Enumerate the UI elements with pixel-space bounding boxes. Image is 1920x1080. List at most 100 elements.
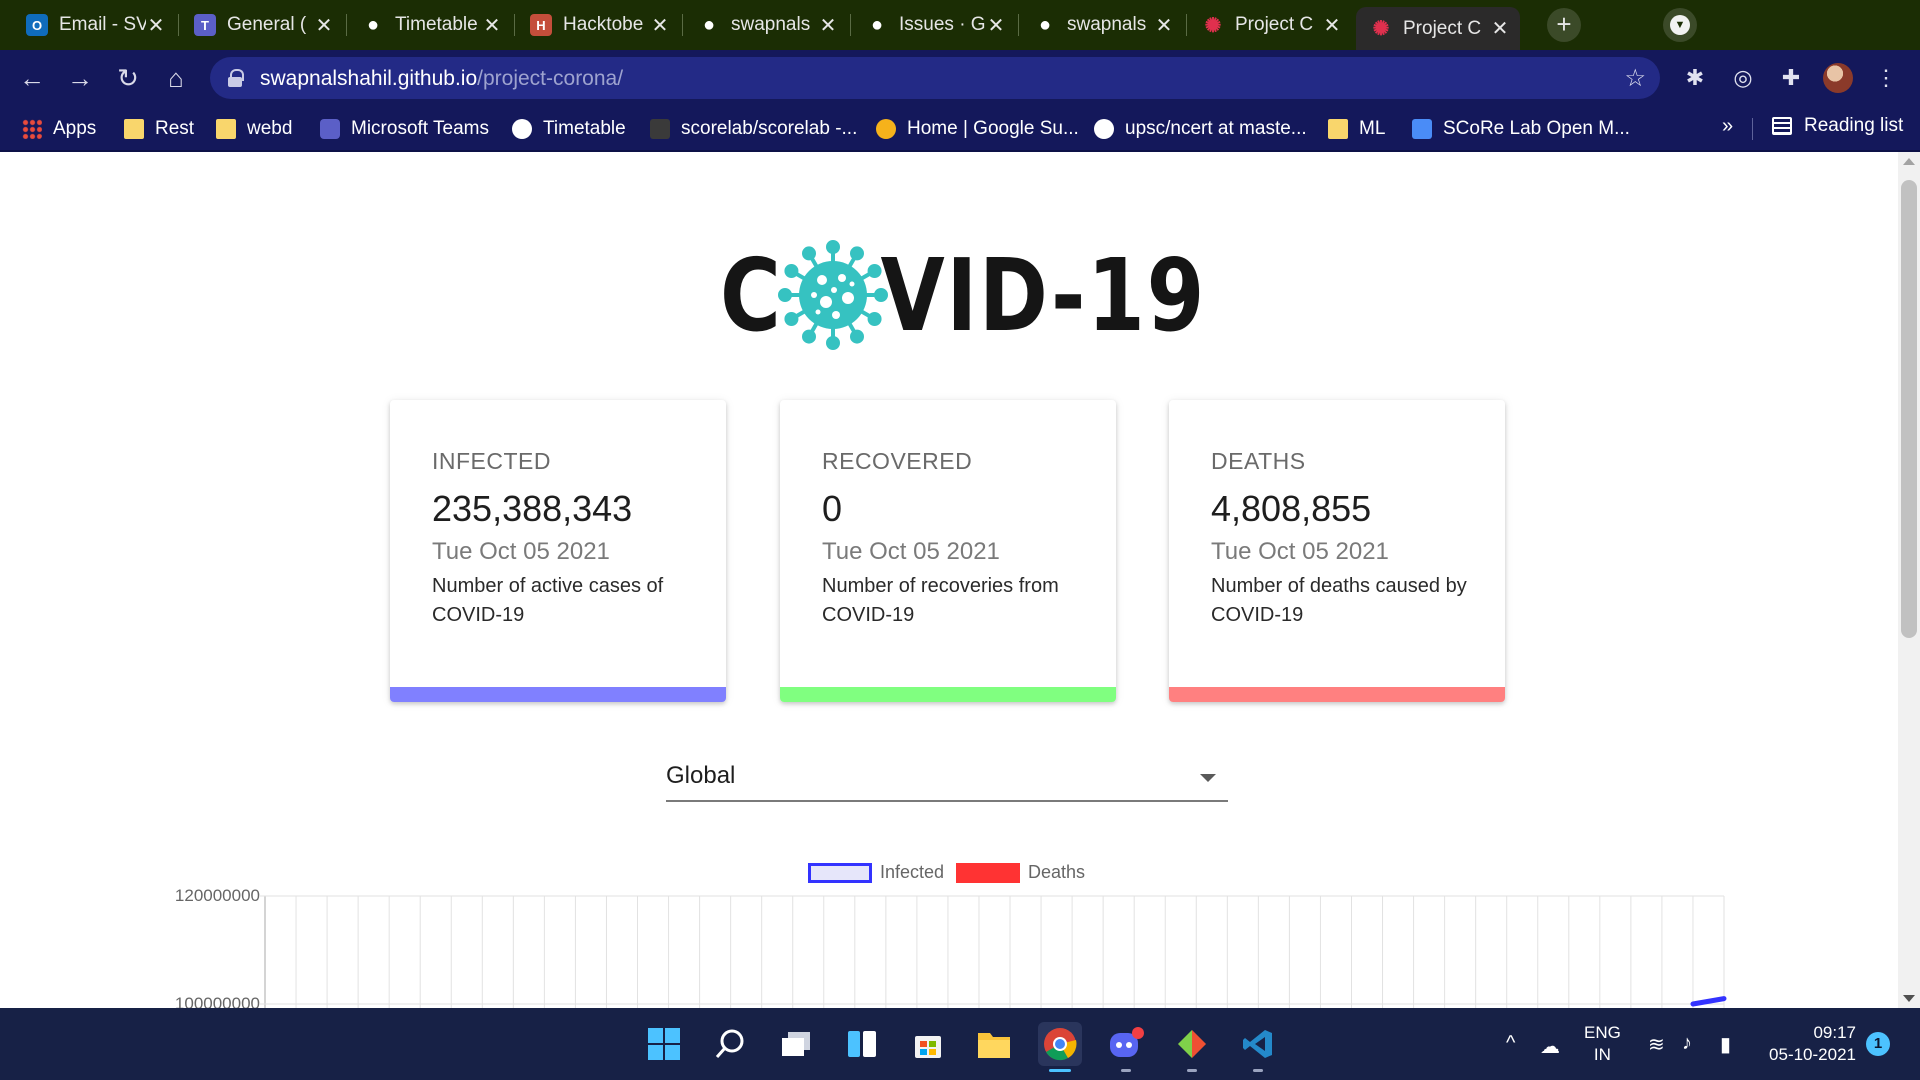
menu-kebab-icon[interactable]: ⋮ — [1872, 64, 1900, 92]
bookmark-6[interactable]: scorelab/scorelab -... — [650, 115, 857, 143]
tab-separator — [346, 14, 347, 36]
virus-spike-tip — [784, 264, 799, 278]
github-icon: ● — [702, 13, 716, 36]
search-icon[interactable] — [708, 1022, 752, 1066]
bookmark-4[interactable]: Microsoft Teams — [320, 115, 489, 143]
tab-6[interactable]: ● Issues · G ✕ — [852, 7, 1016, 43]
tab-search-button[interactable]: ▼ — [1663, 8, 1697, 42]
tab-title: Project C — [1235, 14, 1314, 35]
card-color-bar — [780, 687, 1116, 702]
infected-card: INFECTED 235,388,343 Tue Oct 05 2021 Num… — [390, 400, 726, 702]
virus-spike-tip — [867, 264, 882, 278]
volume-icon[interactable]: ♪ — [1682, 1032, 1692, 1055]
tab-7[interactable]: ● swapnals ✕ — [1020, 7, 1184, 43]
start-icon[interactable] — [642, 1022, 686, 1066]
virus-icon: ✺ — [1204, 14, 1222, 37]
vscode-icon[interactable] — [1236, 1022, 1280, 1072]
card-value: 0 — [822, 488, 843, 529]
bookmark-7[interactable]: Home | Google Su... — [876, 115, 1079, 143]
country-select[interactable]: Global — [666, 752, 1228, 802]
tab-9[interactable]: ✺ Project C ✕ — [1356, 7, 1520, 50]
close-tab-icon[interactable]: ✕ — [1154, 13, 1174, 38]
apps-icon — [22, 119, 42, 139]
tab-1[interactable]: O Email - SV ✕ — [12, 7, 176, 43]
language-code: ENG — [1584, 1023, 1621, 1042]
clock[interactable]: 09:17 05-10-2021 — [1766, 1022, 1856, 1066]
bookmark-10[interactable]: SCoRe Lab Open M... — [1412, 115, 1630, 143]
language-indicator[interactable]: ENG IN — [1584, 1022, 1621, 1066]
bookmark-8[interactable]: upsc/ncert at maste... — [1094, 115, 1307, 143]
discord-icon[interactable] — [1104, 1022, 1148, 1072]
onedrive-cloud-icon[interactable]: ☁ — [1540, 1034, 1560, 1059]
tab-3[interactable]: ● Timetable ✕ — [348, 7, 512, 43]
bookmarks-bar: » Reading list Apps Rest webd Microsoft Tea… — [0, 106, 1920, 152]
scroll-up-arrow-icon[interactable] — [1903, 158, 1915, 165]
bookmarks-overflow-button[interactable]: » — [1722, 115, 1733, 138]
notification-badge[interactable]: 1 — [1866, 1032, 1890, 1056]
tab-title: General ( — [227, 14, 307, 35]
folder-icon — [216, 119, 236, 139]
card-date: Tue Oct 05 2021 — [1211, 538, 1389, 565]
close-tab-icon[interactable]: ✕ — [986, 13, 1006, 38]
page-scrollbar[interactable] — [1898, 152, 1920, 1008]
widgets-icon[interactable] — [840, 1022, 884, 1066]
extensions-puzzle-icon[interactable]: ✚ — [1777, 64, 1805, 92]
home-button[interactable]: ⌂ — [158, 60, 194, 96]
bookmark-label: Apps — [53, 118, 97, 139]
close-tab-icon[interactable]: ✕ — [818, 13, 838, 38]
scroll-down-arrow-icon[interactable] — [1903, 995, 1915, 1002]
card-label: DEATHS — [1211, 448, 1306, 474]
virus-spike-tip — [826, 336, 840, 350]
forward-button[interactable]: → — [62, 60, 98, 96]
task-view-icon[interactable] — [774, 1022, 818, 1066]
bookmark-star-icon[interactable]: ☆ — [1624, 64, 1646, 93]
address-bar[interactable]: swapnalshahil.github.io/project-corona/ … — [210, 57, 1660, 99]
profile-avatar[interactable] — [1823, 63, 1853, 93]
url-text: swapnalshahil.github.io/project-corona/ — [260, 67, 623, 91]
folder-icon — [124, 119, 144, 139]
file-explorer-icon[interactable] — [972, 1022, 1016, 1066]
close-tab-icon[interactable]: ✕ — [1490, 16, 1510, 41]
reading-list-label: Reading list — [1804, 115, 1904, 136]
bookmark-1[interactable]: Apps — [22, 115, 96, 143]
tab-8[interactable]: ✺ Project C ✕ — [1188, 7, 1352, 43]
chrome-icon[interactable] — [1038, 1022, 1082, 1072]
bookmark-2[interactable]: Rest — [124, 115, 194, 143]
close-tab-icon[interactable]: ✕ — [482, 13, 502, 38]
battery-icon[interactable]: ▮ — [1720, 1032, 1731, 1057]
tab-5[interactable]: ● swapnals ✕ — [684, 7, 848, 43]
chart-plot-area — [259, 895, 1727, 1008]
close-tab-icon[interactable]: ✕ — [314, 13, 334, 38]
cases-line-chart: Infected Deaths 120000000 100000000 — [150, 852, 1750, 1008]
store-icon[interactable] — [906, 1022, 950, 1066]
close-tab-icon[interactable]: ✕ — [1322, 13, 1342, 38]
running-indicator — [1187, 1069, 1197, 1072]
caret-down-icon[interactable] — [1200, 774, 1216, 782]
virus-spike-tip — [826, 240, 840, 254]
card-value: 4,808,855 — [1211, 488, 1372, 529]
reload-button[interactable]: ↻ — [110, 60, 146, 96]
wifi-icon[interactable]: ≋ — [1648, 1032, 1665, 1057]
globe-icon: ● — [366, 13, 380, 36]
bookmark-9[interactable]: ML — [1328, 115, 1385, 143]
new-tab-button[interactable]: + — [1547, 8, 1581, 42]
git-icon[interactable] — [1170, 1022, 1214, 1072]
extension-bug-icon[interactable]: ✱ — [1681, 64, 1709, 92]
reading-list-button[interactable]: Reading list — [1772, 115, 1903, 137]
tab-4[interactable]: H Hacktobe ✕ — [516, 7, 680, 43]
running-indicator — [1121, 1069, 1131, 1072]
bookmark-3[interactable]: webd — [216, 115, 292, 143]
bookmark-5[interactable]: Timetable — [512, 115, 626, 143]
extension-target-icon[interactable]: ◎ — [1729, 64, 1757, 92]
close-tab-icon[interactable]: ✕ — [650, 13, 670, 38]
bookmark-label: Rest — [155, 118, 195, 139]
virus-spike-tip — [867, 312, 882, 326]
lock-icon[interactable] — [228, 69, 244, 87]
tray-chevron-up-icon[interactable]: ^ — [1506, 1032, 1515, 1055]
virus-spike-tip — [784, 312, 799, 326]
back-button[interactable]: ← — [14, 60, 50, 96]
scrollbar-thumb[interactable] — [1901, 180, 1917, 638]
close-tab-icon[interactable]: ✕ — [146, 13, 166, 38]
tab-2[interactable]: T General (✕ — [180, 7, 344, 43]
tab-separator — [178, 14, 179, 36]
